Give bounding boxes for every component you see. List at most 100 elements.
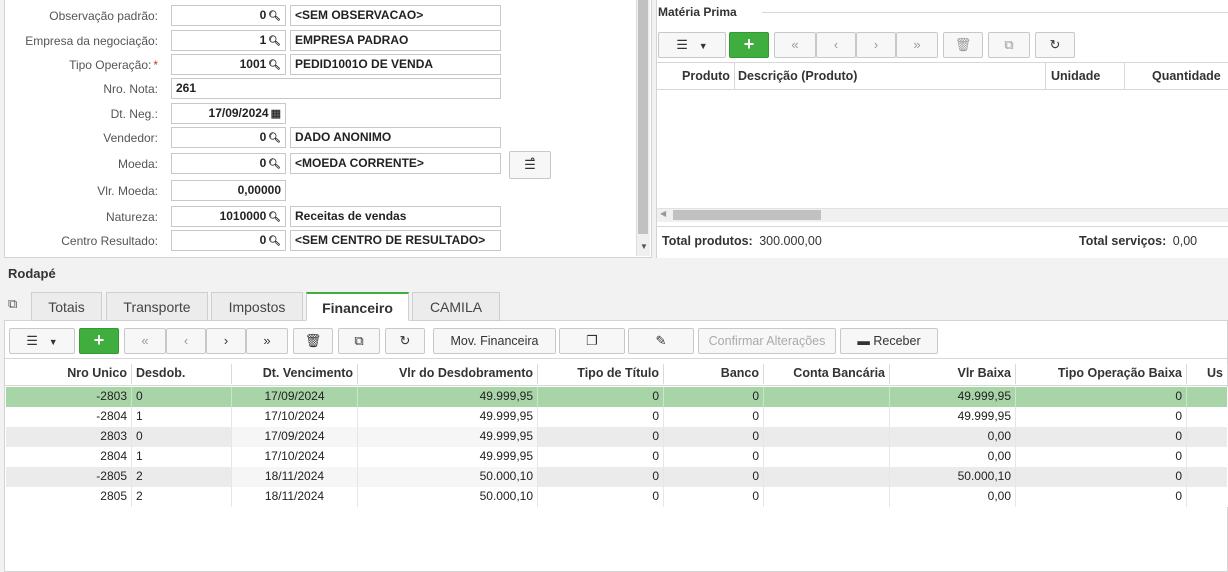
table-row[interactable]: -2803 0 17/09/2024 49.999,95 0 0 49.999,95 0 — [6, 387, 1228, 407]
cell-us — [1187, 487, 1228, 507]
code-input[interactable]: 1 🔍︎ — [171, 30, 286, 51]
col-tipo-titulo[interactable]: Tipo de Título — [538, 364, 664, 384]
calendar-icon[interactable]: ▦ — [271, 105, 281, 123]
field-label: Observação padrão: — [0, 9, 158, 23]
table-row[interactable]: 2805 2 18/11/2024 50.000,10 0 0 0,00 0 — [6, 487, 1228, 507]
search-icon[interactable]: 🔍︎ — [268, 155, 281, 173]
col-us[interactable]: Us — [1187, 364, 1228, 384]
mp-first-button[interactable]: « — [774, 32, 816, 58]
list-icon: ☰ — [26, 333, 38, 348]
search-icon[interactable]: 🔍︎ — [268, 208, 281, 226]
description-field[interactable]: DADO ANONIMO — [290, 127, 501, 148]
form-scrollbar-thumb[interactable] — [638, 0, 648, 234]
mp-col-quantidade[interactable]: Quantidade — [1152, 69, 1221, 83]
scroll-down-icon[interactable]: ▼ — [640, 242, 648, 251]
mp-add-button[interactable]: + — [729, 32, 769, 58]
mp-header-top-rule — [656, 62, 1228, 63]
required-mark: * — [153, 58, 158, 72]
collapse-panels-icon[interactable]: ⧉ — [8, 296, 17, 312]
confirmar-alteracoes-button[interactable]: Confirmar Alterações — [698, 328, 836, 354]
col-tipo-operacao-baixa[interactable]: Tipo Operação Baixa — [1016, 364, 1187, 384]
cell-vlr-baixa: 0,00 — [890, 447, 1016, 467]
col-dt-vencimento[interactable]: Dt. Vencimento — [232, 364, 358, 384]
code-input[interactable]: 0 🔍︎ — [171, 153, 286, 174]
description-field[interactable]: <MOEDA CORRENTE> — [290, 153, 501, 174]
trash-icon: 🗑 — [954, 37, 972, 52]
mp-col-divider — [734, 63, 735, 89]
fin-stack-button[interactable]: ❐ — [559, 328, 625, 354]
field-label-text: Observação padrão: — [49, 9, 158, 23]
search-icon[interactable]: 🔍︎ — [268, 7, 281, 25]
fin-next-button[interactable]: › — [206, 328, 246, 354]
vlr-moeda-input[interactable]: 0,00000 — [171, 180, 286, 201]
description-field[interactable]: PEDID1001O DE VENDA — [290, 54, 501, 75]
mov-financeira-button[interactable]: Mov. Financeira — [433, 328, 556, 354]
description-field[interactable]: EMPRESA PADRAO — [290, 30, 501, 51]
code-input[interactable]: 0 🔍︎ — [171, 5, 286, 26]
table-row[interactable]: -2804 1 17/10/2024 49.999,95 0 0 49.999,95 0 — [6, 407, 1228, 427]
tab-camila[interactable]: CAMILA — [412, 292, 500, 321]
fin-last-button[interactable]: » — [246, 328, 288, 354]
fin-copy-button[interactable]: ⧉ — [338, 328, 380, 354]
search-icon[interactable]: 🔍︎ — [268, 232, 281, 250]
search-icon[interactable]: 🔍︎ — [268, 56, 281, 74]
vlr-moeda-value: 0,00000 — [237, 183, 281, 197]
mp-copy-button[interactable]: ⧉ — [988, 32, 1030, 58]
col-conta-bancaria[interactable]: Conta Bancária — [764, 364, 890, 384]
fin-refresh-button[interactable]: ↻ — [385, 328, 425, 354]
scroll-left-icon[interactable]: ◀ — [660, 209, 666, 218]
date-input[interactable]: 17/09/2024 ▦ — [171, 103, 286, 124]
mp-delete-button[interactable]: 🗑 — [943, 32, 983, 58]
tab-totais[interactable]: Totais — [31, 292, 102, 321]
total-produtos: Total produtos: 300.000,00 — [662, 234, 822, 248]
col-vlr-baixa[interactable]: Vlr Baixa — [890, 364, 1016, 384]
mp-refresh-button[interactable]: ↻ — [1035, 32, 1075, 58]
fin-menu-button[interactable]: ☰ ▼ — [9, 328, 75, 354]
code-input[interactable]: 0 🔍︎ — [171, 230, 286, 251]
table-row[interactable]: 2804 1 17/10/2024 49.999,95 0 0 0,00 0 — [6, 447, 1228, 467]
fin-add-button[interactable]: + — [79, 328, 119, 354]
fin-first-button[interactable]: « — [124, 328, 166, 354]
description-field[interactable]: <SEM CENTRO DE RESULTADO> — [290, 230, 501, 251]
fin-delete-button[interactable]: 🗑 — [293, 328, 333, 354]
col-banco[interactable]: Banco — [664, 364, 764, 384]
fin-prev-button[interactable]: ‹ — [166, 328, 206, 354]
cell-conta-bancaria — [764, 487, 890, 507]
search-icon[interactable]: 🔍︎ — [268, 32, 281, 50]
mp-prev-button[interactable]: ‹ — [816, 32, 856, 58]
tab-transporte[interactable]: Transporte — [106, 292, 208, 321]
mp-menu-button[interactable]: ☰ ▼ — [658, 32, 726, 58]
copy-icon: ⧉ — [1004, 37, 1014, 52]
cell-dt-vencimento: 17/10/2024 — [232, 447, 358, 467]
mp-last-button[interactable]: » — [896, 32, 938, 58]
code-input[interactable]: 1001 🔍︎ — [171, 54, 286, 75]
mp-col-unidade[interactable]: Unidade — [1051, 69, 1100, 83]
table-row[interactable]: -2805 2 18/11/2024 50.000,10 0 0 50.000,10 0 — [6, 467, 1228, 487]
description-field[interactable]: <SEM OBSERVACAO> — [290, 5, 501, 26]
materia-prima-title: Matéria Prima — [658, 5, 737, 19]
table-row[interactable]: 2803 0 17/09/2024 49.999,95 0 0 0,00 0 — [6, 427, 1228, 447]
moeda-options-button[interactable]: ☰̊ — [509, 151, 551, 179]
receber-button[interactable]: ▬ Receber — [840, 328, 938, 354]
col-desdob[interactable]: Desdob. — [132, 364, 232, 384]
tab-impostos[interactable]: Impostos — [211, 292, 303, 321]
col-nro-unico[interactable]: Nro Unico — [6, 364, 132, 384]
description-value: EMPRESA PADRAO — [295, 33, 409, 47]
chevron-right-icon: › — [873, 37, 879, 52]
mp-next-button[interactable]: › — [856, 32, 896, 58]
code-input[interactable]: 0 🔍︎ — [171, 127, 286, 148]
description-field[interactable]: Receitas de vendas — [290, 206, 501, 227]
cell-vlr-desdobramento: 50.000,10 — [358, 467, 538, 487]
col-vlr-desdobramento[interactable]: Vlr do Desdobramento — [358, 364, 538, 384]
cell-banco: 0 — [664, 427, 764, 447]
nro-nota-input[interactable]: 261 — [171, 78, 501, 99]
search-icon[interactable]: 🔍︎ — [268, 129, 281, 147]
cell-nro-unico: -2803 — [6, 387, 132, 407]
fin-edit-button[interactable]: ✎ — [628, 328, 694, 354]
code-input[interactable]: 1010000 🔍︎ — [171, 206, 286, 227]
mp-hscroll-thumb[interactable] — [673, 210, 821, 220]
mp-col-produto[interactable]: Produto — [682, 69, 730, 83]
mp-col-descricao[interactable]: Descrição (Produto) — [738, 69, 857, 83]
tab-financeiro[interactable]: Financeiro — [306, 292, 409, 321]
cell-conta-bancaria — [764, 447, 890, 467]
